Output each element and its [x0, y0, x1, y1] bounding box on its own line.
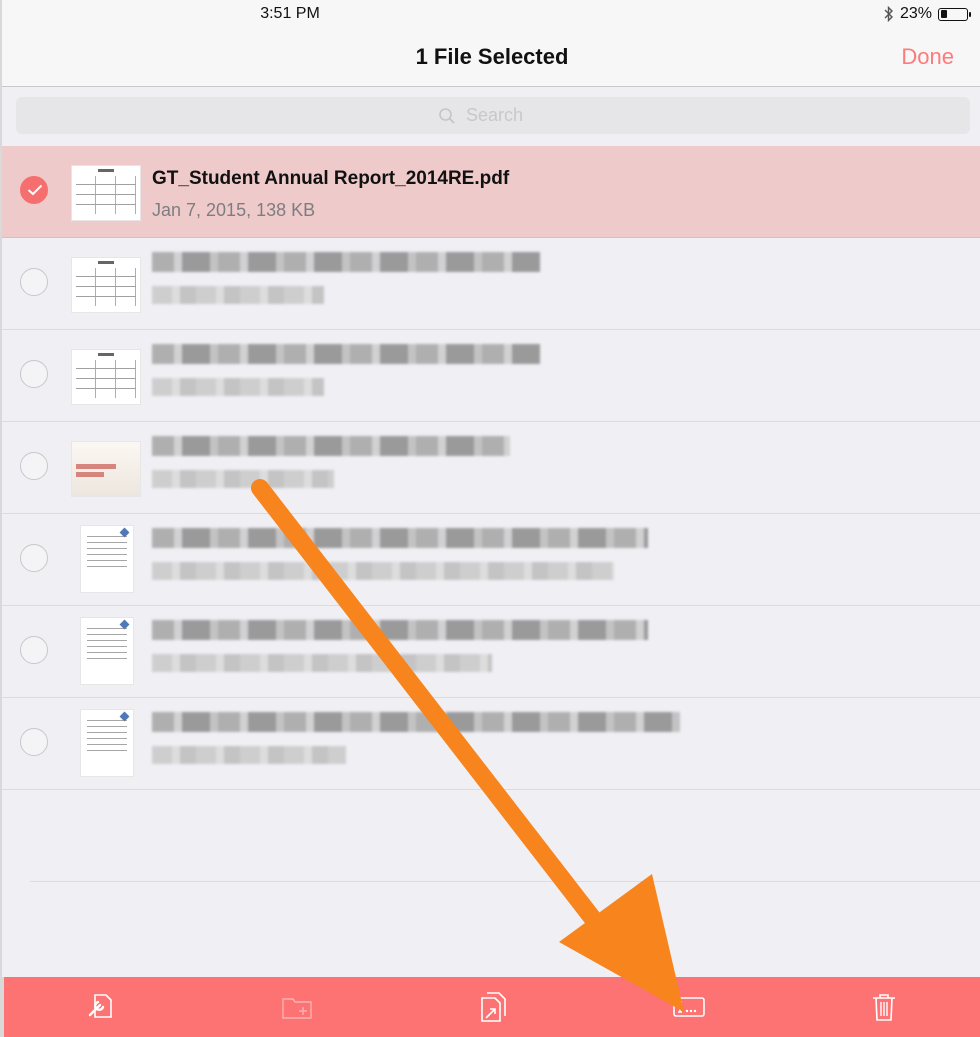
thumbnail-title-line — [98, 169, 114, 172]
battery-icon — [938, 7, 971, 21]
selection-checkbox[interactable] — [20, 452, 48, 480]
file-row[interactable] — [2, 238, 980, 330]
navigation-bar: 1 File Selected Done — [2, 30, 980, 87]
bluetooth-icon — [884, 6, 893, 22]
redacted-file-name — [152, 252, 540, 272]
file-list: GT_Student Annual Report_2014RE.pdf Jan … — [2, 146, 980, 882]
file-row[interactable] — [2, 330, 980, 422]
thumbnail-table — [76, 360, 136, 398]
thumbnail-lines — [87, 536, 127, 572]
file-thumbnail — [72, 258, 140, 312]
search-input[interactable] — [464, 104, 548, 127]
duplicate-icon — [481, 992, 506, 1022]
empty-row — [30, 790, 980, 882]
thumbnail-table — [76, 176, 136, 214]
file-row[interactable] — [2, 514, 980, 606]
redacted-file-name — [152, 436, 510, 456]
battery-percent: 23% — [899, 5, 932, 22]
file-thumbnail — [72, 442, 140, 496]
redacted-file-name — [152, 620, 648, 640]
delete-button[interactable] — [854, 982, 914, 1032]
new-folder-icon — [282, 998, 313, 1019]
status-bar: 3:51 PM 23% — [2, 0, 980, 30]
done-button[interactable]: Done — [901, 44, 954, 70]
thumbnail-table — [76, 268, 136, 306]
redacted-file-meta — [152, 470, 334, 488]
file-thumbnail — [72, 350, 140, 404]
redacted-file-meta — [152, 378, 324, 396]
redacted-file-meta — [152, 654, 492, 672]
redacted-file-meta — [152, 562, 614, 580]
file-thumbnail — [72, 166, 140, 220]
app-frame: 3:51 PM 23% 1 File Selected Done Search … — [0, 0, 980, 1037]
selection-checkbox[interactable] — [20, 268, 48, 296]
redacted-file-name — [152, 344, 540, 364]
redacted-file-name — [152, 528, 648, 548]
checkmark-icon — [27, 184, 43, 196]
redacted-file-meta — [152, 746, 346, 764]
rename-icon — [672, 997, 705, 1017]
search-bar — [2, 87, 980, 145]
thumbnail-title-line — [98, 353, 114, 356]
status-indicators: 23% — [884, 5, 971, 23]
file-thumbnail — [81, 710, 133, 776]
wrench-document-button[interactable] — [72, 982, 132, 1032]
selection-checkbox[interactable] — [20, 176, 48, 204]
thumbnail-lines — [87, 720, 127, 756]
file-thumbnail — [81, 526, 133, 592]
redacted-file-name — [152, 712, 680, 732]
bottom-toolbar — [2, 977, 980, 1037]
wrench-document-icon — [88, 994, 112, 1018]
file-name: GT_Student Annual Report_2014RE.pdf — [152, 168, 510, 189]
search-icon — [439, 107, 455, 124]
file-meta: Jan 7, 2015, 138 KB — [152, 200, 316, 220]
selection-checkbox[interactable] — [20, 544, 48, 572]
thumbnail-slide-subtitle — [76, 472, 104, 477]
selection-checkbox[interactable] — [20, 636, 48, 664]
battery-level — [940, 10, 947, 18]
duplicate-button[interactable] — [463, 982, 523, 1032]
status-time: 3:51 PM — [260, 5, 320, 22]
trash-icon — [873, 994, 896, 1021]
rename-button[interactable] — [659, 982, 719, 1032]
thumbnail-title-line — [98, 261, 114, 264]
file-row[interactable] — [2, 422, 980, 514]
file-row[interactable]: GT_Student Annual Report_2014RE.pdf Jan … — [2, 146, 980, 238]
move-to-folder-button[interactable] — [267, 982, 327, 1032]
page-title: 1 File Selected — [415, 44, 569, 69]
selection-checkbox[interactable] — [20, 360, 48, 388]
file-row[interactable] — [2, 606, 980, 698]
thumbnail-slide-title — [76, 464, 116, 469]
search-field[interactable] — [16, 97, 970, 134]
file-row[interactable] — [2, 698, 980, 790]
thumbnail-lines — [87, 628, 127, 664]
selection-checkbox[interactable] — [20, 728, 48, 756]
redacted-file-meta — [152, 286, 324, 304]
file-thumbnail — [81, 618, 133, 684]
